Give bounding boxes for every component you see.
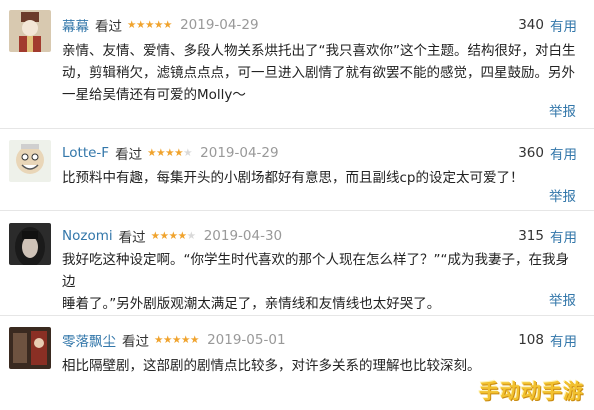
review-meta: 零落飘尘 看过 ★★★★★ 2019-05-01 xyxy=(62,330,286,350)
review-line: 我好吃这种设定啊。“你学生时代喜欢的那个人现在怎么样了？”“成为我妻子，在我身边 xyxy=(62,252,569,290)
review-meta: Lotte-F 看过 ★★★★★ 2019-04-29 xyxy=(62,144,279,163)
report-link[interactable]: 举报 xyxy=(549,100,576,120)
rating-stars: ★★★★★ xyxy=(154,334,200,346)
divider xyxy=(0,210,594,211)
author-link[interactable]: 幕幕 xyxy=(62,15,89,35)
review-list: 幕幕 看过 ★★★★★ 2019-04-29 340 有用 亲情、友情、爱情、多… xyxy=(0,0,594,410)
review-content: 相比隔壁剧，这部剧的剧情点比较多，对许多关系的理解也比较深刻。 xyxy=(62,355,582,377)
useful-count: 315 xyxy=(518,228,544,244)
useful-count: 360 xyxy=(518,145,544,161)
avatar[interactable] xyxy=(9,327,51,369)
watched-label: 看过 xyxy=(95,19,122,35)
useful-count: 340 xyxy=(518,17,544,33)
useful-vote: 315 有用 xyxy=(518,226,577,246)
avatar-image xyxy=(9,10,51,52)
watched-label: 看过 xyxy=(122,334,149,350)
useful-button[interactable]: 有用 xyxy=(550,226,577,246)
useful-vote: 340 有用 xyxy=(518,15,577,35)
watched-label: 看过 xyxy=(118,230,146,246)
avatar[interactable] xyxy=(9,140,51,182)
avatar[interactable] xyxy=(9,10,51,52)
avatar-image xyxy=(9,223,51,265)
review-line: 动，剪辑稍欠，滤镜点点点，可一旦进入剧情了就有欲罢不能的感觉，四星鼓励。另外 xyxy=(62,65,575,81)
report-link[interactable]: 举报 xyxy=(549,289,576,309)
rating-stars: ★★★★★ xyxy=(150,230,196,242)
useful-vote: 108 有用 xyxy=(518,330,577,350)
useful-button[interactable]: 有用 xyxy=(550,15,577,35)
review-content: 我好吃这种设定啊。“你学生时代喜欢的那个人现在怎么样了？”“成为我妻子，在我身边… xyxy=(62,249,582,315)
rating-stars: ★★★★★ xyxy=(127,19,173,31)
avatar-image xyxy=(9,327,51,369)
review-line: 睡着了。”另外剧版观潮太满足了，亲情线和友情线也太好哭了。 xyxy=(62,296,441,312)
divider xyxy=(0,128,594,129)
review-meta: Nozomi 看过 ★★★★★ 2019-04-30 xyxy=(62,227,283,246)
review-content: 亲情、友情、爱情、多段人物关系烘托出了“我只喜欢你”这个主题。结构很好，对白生 … xyxy=(62,40,582,106)
review-date: 2019-04-29 xyxy=(200,145,279,161)
review-date: 2019-05-01 xyxy=(207,332,286,348)
review-line: 亲情、友情、爱情、多段人物关系烘托出了“我只喜欢你”这个主题。结构很好，对白生 xyxy=(62,43,576,59)
divider xyxy=(0,315,594,316)
review-content: 比预料中有趣，每集开头的小剧场都好有意思，而且副线cp的设定太可爱了！ xyxy=(62,167,582,189)
watched-label: 看过 xyxy=(115,147,143,163)
author-link[interactable]: Lotte-F xyxy=(62,145,109,161)
review-date: 2019-04-29 xyxy=(180,17,259,33)
review-meta: 幕幕 看过 ★★★★★ 2019-04-29 xyxy=(62,15,259,35)
review-line: 比预料中有趣，每集开头的小剧场都好有意思，而且副线cp的设定太可爱了！ xyxy=(62,170,524,186)
useful-button[interactable]: 有用 xyxy=(550,143,577,163)
report-link[interactable]: 举报 xyxy=(549,185,576,205)
avatar[interactable] xyxy=(9,223,51,265)
watermark-logo: 手动动手游 xyxy=(479,379,584,403)
review-date: 2019-04-30 xyxy=(203,228,283,244)
rating-stars: ★★★★★ xyxy=(147,147,193,159)
useful-vote: 360 有用 xyxy=(518,143,577,163)
avatar-image xyxy=(9,140,51,182)
review-line: 一星给吴倩还有可爱的Molly～ xyxy=(62,87,246,103)
author-link[interactable]: Nozomi xyxy=(62,228,113,244)
useful-count: 108 xyxy=(518,332,544,348)
review-line: 相比隔壁剧，这部剧的剧情点比较多，对许多关系的理解也比较深刻。 xyxy=(62,358,481,374)
author-link[interactable]: 零落飘尘 xyxy=(62,330,116,350)
useful-button[interactable]: 有用 xyxy=(550,330,577,350)
